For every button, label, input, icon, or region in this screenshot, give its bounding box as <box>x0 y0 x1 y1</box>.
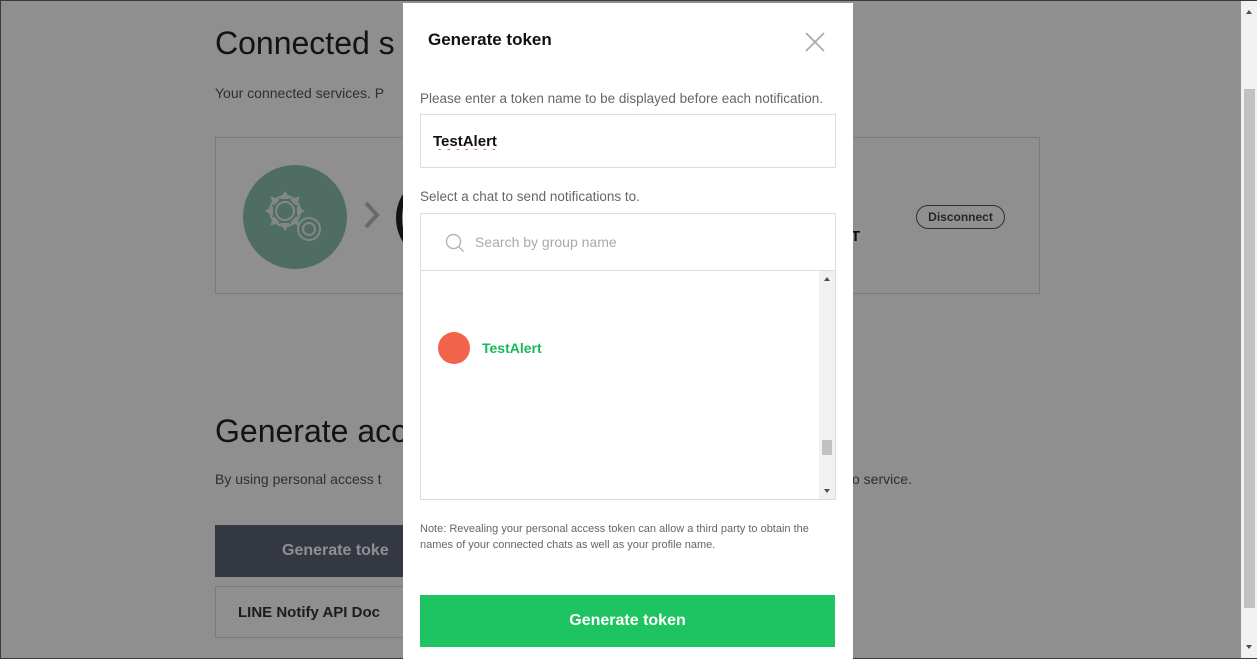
scroll-down-icon[interactable] <box>1246 645 1252 649</box>
chat-item[interactable]: TestAlert <box>438 332 542 364</box>
token-name-input[interactable] <box>420 114 836 168</box>
generate-token-button[interactable]: Generate token <box>420 595 835 647</box>
token-name-label: Please enter a token name to be displaye… <box>420 91 824 106</box>
search-icon <box>445 233 464 252</box>
scroll-up-icon[interactable] <box>824 277 830 281</box>
avatar <box>438 332 470 364</box>
chat-selector: TestAlert <box>420 213 836 500</box>
chat-list-scrollbar-thumb[interactable] <box>822 440 832 455</box>
privacy-note: Note: Revealing your personal access tok… <box>420 523 809 551</box>
generate-token-modal: Generate token Please enter a token name… <box>403 3 853 659</box>
group-search-input[interactable] <box>475 226 815 258</box>
scroll-up-icon[interactable] <box>1246 10 1252 14</box>
page-scrollbar[interactable] <box>1241 1 1257 658</box>
page-scrollbar-thumb[interactable] <box>1244 89 1255 608</box>
close-icon[interactable] <box>803 30 827 54</box>
chat-list: TestAlert <box>421 271 819 499</box>
chat-select-label: Select a chat to send notifications to. <box>420 189 640 204</box>
chat-name: TestAlert <box>482 340 542 356</box>
group-search-row <box>421 214 835 271</box>
scroll-down-icon[interactable] <box>824 489 830 493</box>
modal-title: Generate token <box>428 30 552 49</box>
chat-list-scrollbar[interactable] <box>819 271 835 499</box>
